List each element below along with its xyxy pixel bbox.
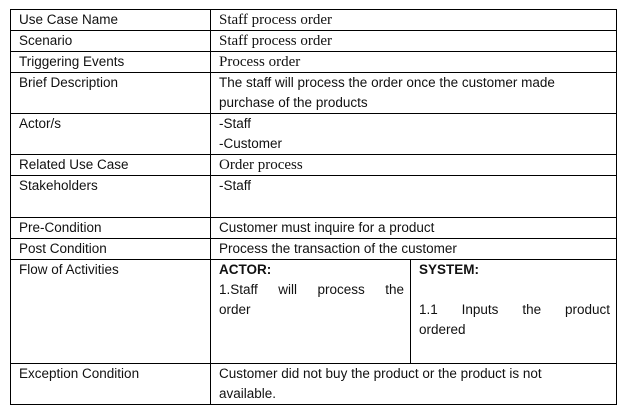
value-line: -Staff (219, 116, 252, 131)
row-value: -Staff (210, 175, 617, 218)
table-row: Flow of Activities ACTOR: 1.Staff will p… (10, 259, 617, 364)
table-row: Post Condition Process the transaction o… (10, 238, 617, 260)
use-case-table: Use Case Name Staff process order Scenar… (10, 9, 617, 405)
table-row: Related Use Case Order process (10, 154, 617, 176)
row-value: Order process (210, 154, 617, 176)
value-line: -Customer (219, 136, 283, 151)
row-label: Exception Condition (10, 363, 211, 405)
actor-cell: ACTOR: 1.Staff will process the order (210, 259, 411, 364)
row-value: Process the transaction of the customer (210, 238, 617, 260)
row-value: Staff process order (210, 9, 617, 31)
row-label: Actor/s (10, 113, 211, 155)
actor-step: 1.Staff will process the (219, 282, 404, 297)
system-cell: SYSTEM: 1.1 Inputs the product ordered (410, 259, 617, 364)
table-row: Brief Description The staff will process… (10, 72, 617, 114)
table-row: Actor/s -Staff -Customer (10, 113, 617, 155)
table-row: Use Case Name Staff process order (10, 9, 617, 31)
table-row: Stakeholders -Staff (10, 175, 617, 218)
row-value: -Staff -Customer (210, 113, 617, 155)
actor-header: ACTOR: (219, 262, 272, 277)
system-step-cont: ordered (419, 322, 466, 337)
value-line: available. (219, 386, 277, 401)
value-line: Customer did not buy the product or the … (219, 366, 542, 381)
actor-step-cont: order (219, 302, 251, 317)
value-line: purchase of the products (219, 95, 368, 110)
row-value: The staff will process the order once th… (210, 72, 617, 114)
row-label: Use Case Name (10, 9, 211, 31)
value-line: The staff will process the order once th… (219, 75, 555, 90)
row-label: Scenario (10, 30, 211, 52)
system-header: SYSTEM: (419, 262, 480, 277)
row-value: Process order (210, 51, 617, 73)
row-label: Related Use Case (10, 154, 211, 176)
table-row: Exception Condition Customer did not buy… (10, 363, 617, 405)
row-label: Pre-Condition (10, 217, 211, 239)
system-step: 1.1 Inputs the product (419, 302, 610, 317)
row-label: Stakeholders (10, 175, 211, 218)
table-row: Triggering Events Process order (10, 51, 617, 73)
row-label: Flow of Activities (10, 259, 211, 364)
table-row: Pre-Condition Customer must inquire for … (10, 217, 617, 239)
row-value: Customer must inquire for a product (210, 217, 617, 239)
row-label: Brief Description (10, 72, 211, 114)
row-value: Customer did not buy the product or the … (210, 363, 617, 405)
row-value: Staff process order (210, 30, 617, 52)
row-label: Post Condition (10, 238, 211, 260)
row-label: Triggering Events (10, 51, 211, 73)
table-row: Scenario Staff process order (10, 30, 617, 52)
